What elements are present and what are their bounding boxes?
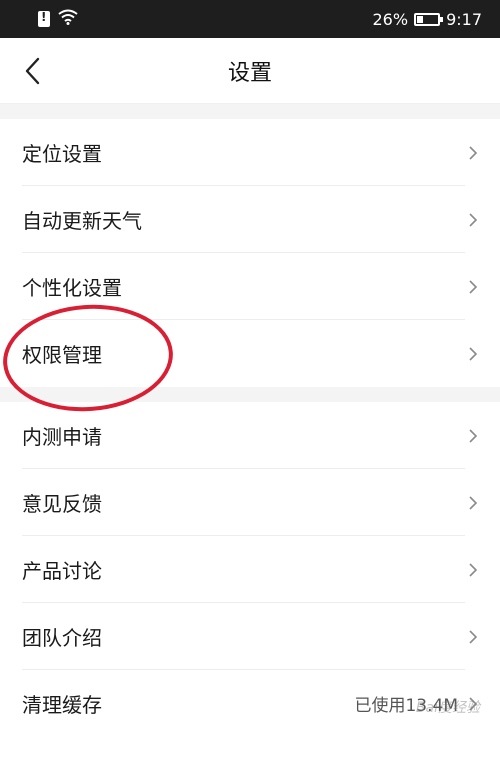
settings-item-label: 自动更新天气 xyxy=(22,209,142,233)
chevron-right-icon xyxy=(468,278,480,296)
status-bar: 26% 9:17 xyxy=(0,0,500,38)
chevron-left-icon xyxy=(25,57,40,85)
group-divider xyxy=(0,387,500,402)
battery-percent: 26% xyxy=(372,9,409,29)
settings-item-location[interactable]: 定位设置 xyxy=(0,119,500,186)
settings-item-label: 定位设置 xyxy=(22,142,102,166)
group-divider xyxy=(0,104,500,119)
chevron-right-icon xyxy=(468,695,480,713)
settings-item-label: 权限管理 xyxy=(22,343,102,367)
settings-item-beta-apply[interactable]: 内测申请 xyxy=(0,402,500,469)
settings-item-label: 内测申请 xyxy=(22,425,102,449)
chevron-right-icon xyxy=(468,561,480,579)
settings-item-personalization[interactable]: 个性化设置 xyxy=(0,253,500,320)
settings-item-label: 产品讨论 xyxy=(22,559,102,583)
chevron-right-icon xyxy=(468,628,480,646)
settings-item-team-intro[interactable]: 团队介绍 xyxy=(0,603,500,670)
chevron-right-icon xyxy=(468,144,480,162)
settings-item-auto-update-weather[interactable]: 自动更新天气 xyxy=(0,186,500,253)
settings-item-label: 个性化设置 xyxy=(22,276,122,300)
settings-item-label: 团队介绍 xyxy=(22,626,102,650)
battery-icon xyxy=(414,12,444,26)
chevron-right-icon xyxy=(468,211,480,229)
sim-alert-icon xyxy=(38,10,50,27)
chevron-right-icon xyxy=(468,427,480,445)
page-title: 设置 xyxy=(227,60,272,86)
nav-bar: 设置 xyxy=(0,38,500,104)
cache-size-value: 已使用13.4M xyxy=(354,696,458,716)
settings-item-label: 清理缓存 xyxy=(22,693,102,717)
settings-item-clear-cache[interactable]: 清理缓存 已使用13.4M xyxy=(0,670,500,737)
settings-list: 定位设置 自动更新天气 个性化设置 权限管理 内测申请 意见反馈 产品讨论 团队… xyxy=(0,104,500,737)
settings-item-label: 意见反馈 xyxy=(22,492,102,516)
wifi-icon xyxy=(58,9,78,29)
settings-item-product-discussion[interactable]: 产品讨论 xyxy=(0,536,500,603)
back-button[interactable] xyxy=(14,52,50,90)
settings-item-permissions[interactable]: 权限管理 xyxy=(0,320,500,387)
status-time: 9:17 xyxy=(446,9,482,29)
chevron-right-icon xyxy=(468,494,480,512)
chevron-right-icon xyxy=(468,345,480,363)
settings-item-feedback[interactable]: 意见反馈 xyxy=(0,469,500,536)
